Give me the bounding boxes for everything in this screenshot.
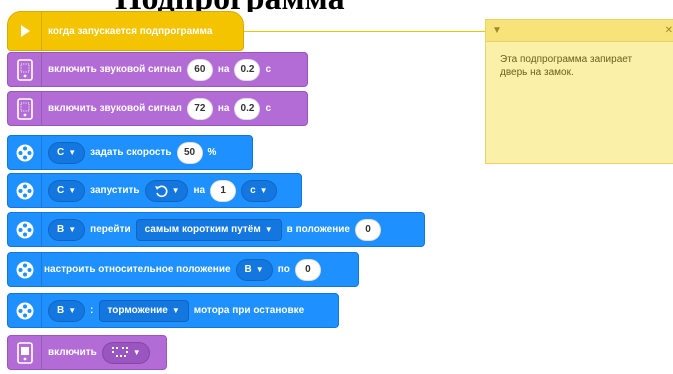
hat-block-when-subprogram-starts[interactable]: когда запускается подпрограмма [7, 11, 244, 51]
collapse-comment-icon[interactable]: ▼ [492, 25, 502, 36]
for-label: на [217, 64, 230, 75]
hat-label: когда запускается подпрограмма [48, 25, 213, 37]
duration-input[interactable]: 0.2 [234, 97, 261, 120]
image-dropdown[interactable]: ▼ [101, 341, 150, 364]
port-value: B [244, 264, 252, 275]
set-relative-position-block[interactable]: настроить относительное положение B ▼ по… [7, 252, 359, 287]
by-label: по [277, 264, 290, 275]
chevron-down-icon: ▼ [68, 185, 77, 195]
port-dropdown[interactable]: B ▼ [48, 218, 86, 241]
run-label: запустить [90, 185, 140, 196]
chevron-down-icon: ▼ [255, 264, 264, 274]
port-dropdown[interactable]: C ▼ [48, 141, 86, 164]
set-speed-block[interactable]: C ▼ задать скорость 50 % [7, 135, 253, 170]
to-position-label: в положение [286, 224, 350, 235]
hub-icon [16, 97, 33, 120]
motor-icon-cell [8, 136, 42, 169]
hub-light-icon [16, 341, 33, 364]
set-relative-label: настроить относительное положение [44, 264, 231, 275]
chevron-down-icon: ▼ [171, 305, 180, 315]
go-to-position-block[interactable]: B ▼ перейти самым коротким путём ▼ в пол… [7, 212, 425, 247]
path-mode-dropdown[interactable]: самым коротким путём ▼ [135, 218, 282, 241]
chevron-down-icon: ▼ [68, 147, 77, 157]
direction-dropdown[interactable]: ▼ [144, 179, 189, 202]
for-label: на [193, 185, 206, 196]
port-value: C [57, 147, 65, 158]
speed-input[interactable]: 50 [176, 141, 203, 164]
stop-action-block[interactable]: B ▼ : торможение ▼ мотора при остановке [7, 293, 339, 328]
port-value: B [57, 224, 65, 235]
unit-dropdown[interactable]: с ▼ [241, 179, 277, 202]
light-icon-cell [8, 336, 42, 369]
for-label: на [217, 103, 230, 114]
sound-icon-cell [8, 92, 42, 125]
motor-icon [16, 182, 33, 199]
note-input[interactable]: 60 [186, 58, 213, 81]
light-label: включить [48, 347, 97, 358]
motor-icon-cell [8, 213, 42, 246]
stop-action-label: мотора при остановке [193, 305, 305, 316]
go-to-label: перейти [90, 224, 131, 235]
comment-note[interactable]: ▼ ✕ Эта подпрограмма запирает дверь на з… [485, 19, 673, 164]
motor-icon [16, 144, 33, 161]
comment-text[interactable]: Эта подпрограмма запирает дверь на замок… [486, 42, 673, 91]
chevron-down-icon: ▼ [264, 224, 273, 234]
beep-label: включить звуковой сигнал [48, 64, 182, 75]
set-speed-label: задать скорость [90, 147, 172, 158]
chevron-down-icon: ▼ [171, 185, 180, 195]
path-mode-value: самым коротким путём [144, 224, 261, 235]
sound-icon-cell [8, 53, 42, 86]
beep-block-2[interactable]: включить звуковой сигнал 72 на 0.2 с [7, 91, 308, 126]
motor-icon [16, 261, 33, 278]
motor-icon-cell [8, 294, 42, 327]
beep-block-1[interactable]: включить звуковой сигнал 60 на 0.2 с [7, 52, 308, 87]
position-input[interactable]: 0 [354, 218, 381, 241]
chevron-down-icon: ▼ [68, 224, 77, 234]
unit-label: с [265, 103, 272, 114]
light-matrix-block[interactable]: включить ▼ [7, 335, 167, 370]
counterclockwise-arrow-icon [154, 185, 168, 197]
motor-icon-cell [8, 253, 42, 286]
chevron-down-icon: ▼ [259, 185, 268, 195]
percent-label: % [207, 147, 217, 158]
beep-label: включить звуковой сигнал [48, 103, 182, 114]
relative-position-input[interactable]: 0 [294, 258, 321, 281]
amount-input[interactable]: 1 [210, 179, 237, 202]
chevron-down-icon: ▼ [132, 347, 141, 357]
run-motor-block[interactable]: C ▼ запустить ▼ на 1 с ▼ [7, 173, 302, 208]
duration-input[interactable]: 0.2 [234, 58, 261, 81]
port-dropdown[interactable]: B ▼ [48, 299, 86, 322]
stop-mode-value: торможение [107, 305, 168, 316]
hub-icon [16, 58, 33, 81]
note-input[interactable]: 72 [186, 97, 213, 120]
colon-label: : [90, 305, 94, 316]
port-dropdown[interactable]: B ▼ [235, 258, 273, 281]
motor-icon [16, 221, 33, 238]
port-dropdown[interactable]: C ▼ [48, 179, 86, 202]
canvas: Подпрограмма когда запускается подпрогра… [0, 0, 673, 374]
unit-label: с [265, 64, 272, 75]
pixel-image-icon [111, 346, 128, 357]
play-icon [20, 25, 30, 37]
comment-header[interactable]: ▼ ✕ [486, 20, 673, 42]
motor-icon-cell [8, 174, 42, 207]
close-icon[interactable]: ✕ [665, 25, 673, 36]
port-value: C [57, 185, 65, 196]
comment-connector [240, 31, 486, 32]
hat-icon-cell [8, 12, 42, 50]
chevron-down-icon: ▼ [68, 305, 77, 315]
stop-mode-dropdown[interactable]: торможение ▼ [98, 299, 189, 322]
unit-value: с [250, 185, 256, 196]
port-value: B [57, 305, 65, 316]
motor-icon [16, 302, 33, 319]
